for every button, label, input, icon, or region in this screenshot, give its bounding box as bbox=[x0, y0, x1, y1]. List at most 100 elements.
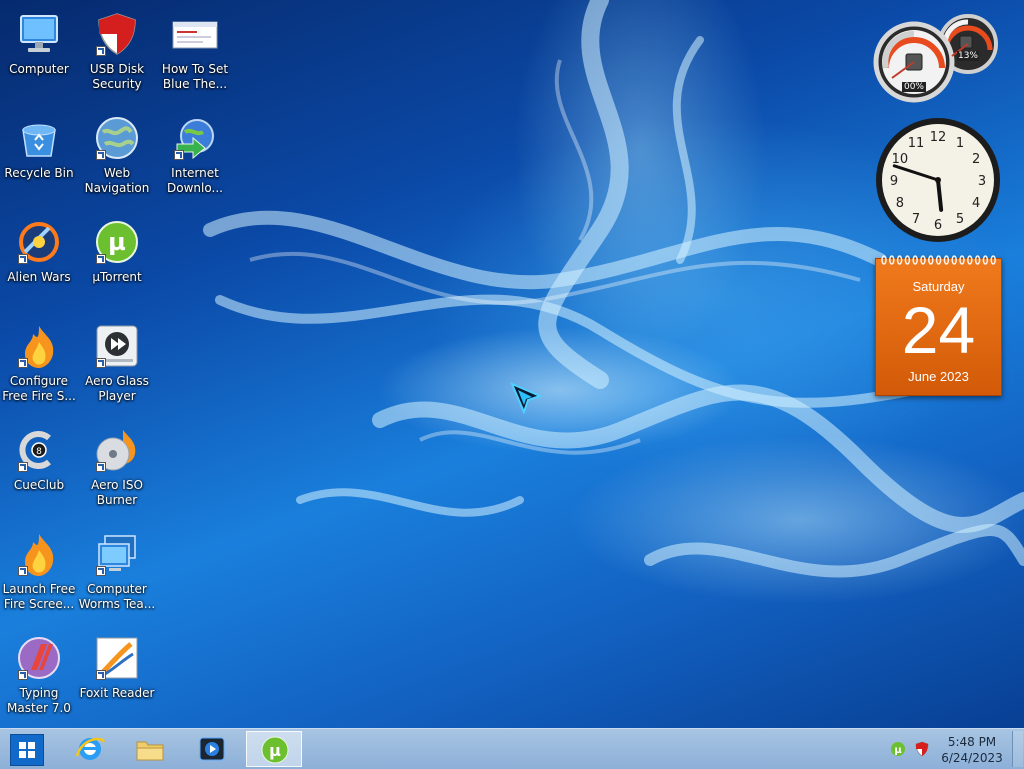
icon-label: µTorrent bbox=[92, 270, 142, 284]
desktop-icon-usb-disk-security[interactable]: USB Disk Security bbox=[78, 4, 156, 100]
calendar-day: 24 bbox=[901, 293, 976, 367]
desktop-icon-how-to-set[interactable]: How To Set Blue The... bbox=[156, 4, 234, 100]
desktop-icon-launch-free-fire[interactable]: Launch Free Fire Scree... bbox=[0, 524, 78, 620]
desktop-icon-recycle-bin[interactable]: Recycle Bin bbox=[0, 108, 78, 204]
icon-label: Computer bbox=[9, 62, 69, 76]
computer-monitor-icon bbox=[15, 10, 63, 58]
shortcut-arrow-icon bbox=[18, 462, 28, 472]
flame-icon bbox=[15, 322, 63, 370]
icon-label: Typing Master 7.0 bbox=[7, 686, 71, 715]
icon-label: Launch Free Fire Scree... bbox=[2, 582, 76, 611]
file-explorer-icon bbox=[136, 741, 164, 761]
svg-text:8: 8 bbox=[36, 447, 42, 457]
shortcut-arrow-icon bbox=[18, 358, 28, 368]
taskbar-date: 6/24/2023 bbox=[941, 751, 1003, 765]
clock-numeral: 6 bbox=[934, 218, 942, 233]
clock-numeral: 1 bbox=[956, 136, 964, 151]
desktop-icon-aero-iso-burner[interactable]: Aero ISO Burner bbox=[78, 420, 156, 516]
icon-label: Internet Downlo... bbox=[167, 166, 223, 195]
icon-label: CueClub bbox=[13, 478, 65, 492]
media-player-icon bbox=[199, 737, 225, 761]
tray-shield-icon[interactable] bbox=[914, 741, 930, 757]
desktop-icon-typing-master[interactable]: Typing Master 7.0 bbox=[0, 628, 78, 724]
clock-numeral: 7 bbox=[912, 212, 920, 227]
icon-label: Web Navigation bbox=[84, 166, 150, 195]
flame-icon bbox=[15, 530, 63, 578]
icon-label: Aero ISO Burner bbox=[91, 478, 143, 507]
shortcut-arrow-icon bbox=[96, 462, 106, 472]
desktop-icon-alien-wars[interactable]: Alien Wars bbox=[0, 212, 78, 308]
shortcut-arrow-icon bbox=[96, 566, 106, 576]
shortcut-arrow-icon bbox=[96, 254, 106, 264]
clock-numeral: 8 bbox=[896, 196, 904, 211]
clock-gadget[interactable]: 12 1 2 3 4 5 6 7 8 9 10 11 bbox=[874, 116, 1002, 244]
icon-label: How To Set Blue The... bbox=[161, 62, 229, 91]
taskbar-media-player[interactable] bbox=[184, 731, 240, 767]
desktop-icon-internet-download[interactable]: Internet Downlo... bbox=[156, 108, 234, 204]
cpu-meter-gadget[interactable]: 00% 13% bbox=[872, 6, 1002, 106]
utorrent-icon: µ bbox=[93, 218, 141, 266]
foxit-reader-icon bbox=[93, 634, 141, 682]
icon-label: Configure Free Fire S... bbox=[2, 374, 76, 403]
calendar-month-year: June 2023 bbox=[908, 369, 969, 384]
icon-label: Computer Worms Tea... bbox=[78, 582, 156, 611]
start-button[interactable] bbox=[10, 734, 44, 766]
shield-icon bbox=[93, 10, 141, 58]
media-player-icon bbox=[93, 322, 141, 370]
utorrent-icon: µ bbox=[261, 736, 289, 764]
clock-numeral: 11 bbox=[908, 136, 925, 151]
alien-wars-icon bbox=[15, 218, 63, 266]
recycle-bin-icon bbox=[15, 114, 63, 162]
shortcut-arrow-icon bbox=[96, 150, 106, 160]
cueclub-icon: 8 bbox=[15, 426, 63, 474]
shortcut-arrow-icon bbox=[18, 670, 28, 680]
clock-numeral: 12 bbox=[930, 130, 947, 145]
clock-numeral: 2 bbox=[972, 152, 980, 167]
desktop-icon-web-navigation[interactable]: Web Navigation bbox=[78, 108, 156, 204]
shortcut-arrow-icon bbox=[96, 358, 106, 368]
icon-label: USB Disk Security bbox=[89, 62, 145, 91]
mouse-cursor-icon bbox=[510, 382, 543, 415]
icon-label: Foxit Reader bbox=[79, 686, 155, 700]
tray-utorrent-icon[interactable]: µ bbox=[890, 741, 906, 757]
cpu-usage-readout: 00% bbox=[902, 82, 926, 92]
shortcut-arrow-icon bbox=[18, 566, 28, 576]
shortcut-arrow-icon bbox=[174, 150, 184, 160]
typing-master-icon bbox=[15, 634, 63, 682]
taskbar: µ µ 5:48 PM 6/24/2023 bbox=[0, 728, 1024, 769]
taskbar-time: 5:48 PM bbox=[947, 735, 997, 749]
download-globe-icon bbox=[171, 114, 219, 162]
desktop-icon-computer[interactable]: Computer bbox=[0, 4, 78, 100]
desktop-icon-computer-worms[interactable]: Computer Worms Tea... bbox=[78, 524, 156, 620]
icon-label: Alien Wars bbox=[7, 270, 71, 284]
desktop-icon-foxit-reader[interactable]: Foxit Reader bbox=[78, 628, 156, 724]
taskbar-utorrent[interactable]: µ bbox=[246, 731, 302, 767]
icon-label: Recycle Bin bbox=[4, 166, 74, 180]
disc-burner-icon bbox=[93, 426, 141, 474]
calendar-gadget[interactable]: Saturday 24 June 2023 bbox=[875, 255, 1002, 396]
svg-text:µ: µ bbox=[269, 741, 281, 760]
windows-logo-icon bbox=[19, 742, 35, 758]
desktop-icon-configure-free-fire[interactable]: Configure Free Fire S... bbox=[0, 316, 78, 412]
globe-icon bbox=[93, 114, 141, 162]
shortcut-arrow-icon bbox=[18, 254, 28, 264]
calendar-weekday: Saturday bbox=[912, 279, 965, 294]
show-desktop-button[interactable] bbox=[1012, 731, 1023, 767]
clock-numeral: 3 bbox=[978, 174, 986, 189]
calendar-binding-rings bbox=[881, 255, 996, 265]
internet-explorer-icon bbox=[75, 737, 106, 760]
clock-numeral: 4 bbox=[972, 196, 980, 211]
computer-screens-icon bbox=[93, 530, 141, 578]
desktop-icon-cueclub[interactable]: 8 CueClub bbox=[0, 420, 78, 516]
memory-usage-readout: 13% bbox=[957, 51, 979, 61]
desktop-icon-aero-glass-player[interactable]: Aero Glass Player bbox=[78, 316, 156, 412]
clock-numeral: 5 bbox=[956, 212, 964, 227]
taskbar-clock[interactable]: 5:48 PM 6/24/2023 bbox=[934, 734, 1010, 766]
svg-text:µ: µ bbox=[894, 745, 902, 756]
icon-label: Aero Glass Player bbox=[85, 374, 149, 403]
document-thumbnail-icon bbox=[171, 10, 219, 58]
taskbar-file-explorer[interactable] bbox=[122, 731, 178, 767]
desktop-icon-utorrent[interactable]: µ µTorrent bbox=[78, 212, 156, 308]
shortcut-arrow-icon bbox=[96, 46, 106, 56]
taskbar-internet-explorer[interactable] bbox=[62, 731, 118, 767]
